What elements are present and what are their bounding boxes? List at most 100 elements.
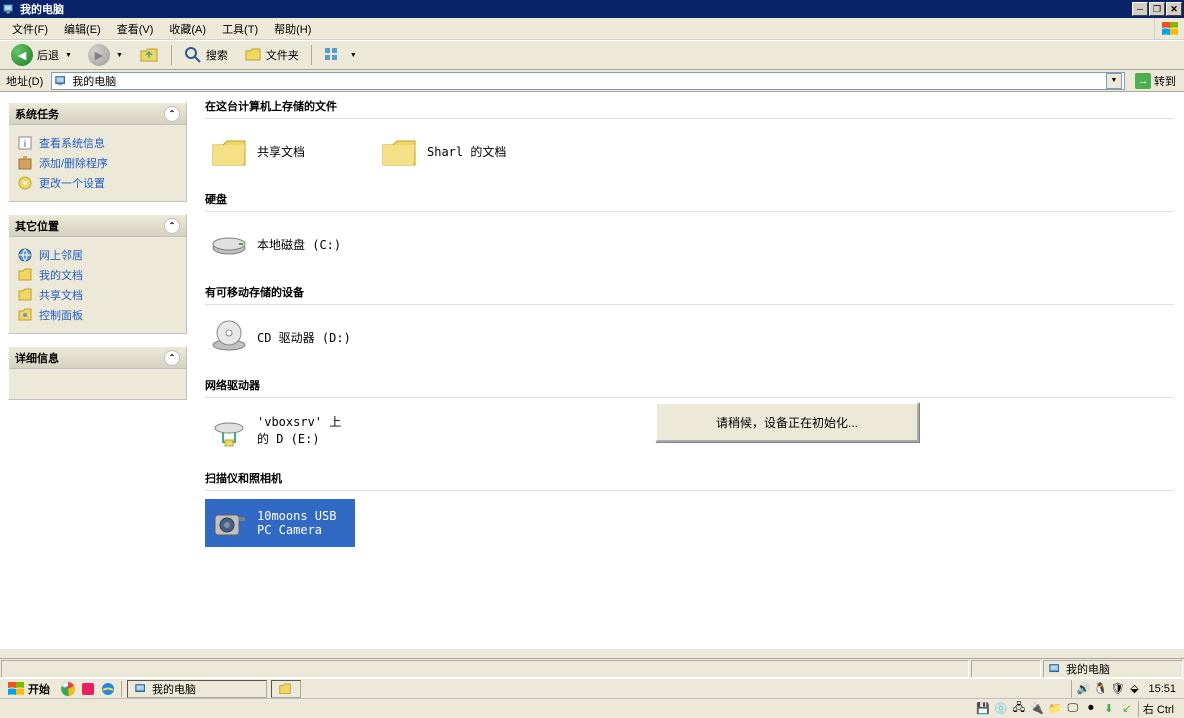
task-my-computer[interactable]: 我的电脑 — [127, 680, 267, 698]
menu-file[interactable]: 文件(F) — [4, 19, 56, 39]
windows-logo-icon — [1154, 18, 1184, 40]
tray-icon[interactable]: 🔊 — [1076, 682, 1090, 696]
section-header-removable: 有可移动存储的设备 — [205, 278, 1174, 305]
collapse-icon[interactable]: ⌃ — [164, 218, 180, 234]
start-button[interactable]: 开始 — [0, 680, 58, 698]
folder-icon — [17, 287, 33, 303]
menu-view[interactable]: 查看(V) — [109, 19, 162, 39]
panel-title: 其它位置 — [15, 218, 59, 234]
panel-system-tasks: 系统任务 ⌃ i 查看系统信息 添加/删除程序 更改一个设置 — [8, 102, 187, 202]
item-label: 10moons USB PC Camera — [257, 509, 351, 537]
chevron-down-icon: ▼ — [116, 52, 123, 59]
panel-header[interactable]: 详细信息 ⌃ — [9, 347, 186, 369]
back-label: 后退 — [37, 47, 59, 63]
vm-usb-icon[interactable]: 🔌 — [1030, 702, 1044, 716]
item-network-drive[interactable]: 'vboxsrv' 上的 D (E:) — [205, 406, 355, 454]
back-button[interactable]: ◄ 后退 ▼ — [4, 43, 79, 67]
dialog-message: 请稍候，设备正在初始化... — [716, 414, 858, 431]
up-button[interactable] — [132, 43, 166, 67]
menu-favorites[interactable]: 收藏(A) — [161, 19, 214, 39]
views-button[interactable]: ▼ — [317, 43, 364, 67]
panel-title: 详细信息 — [15, 350, 59, 366]
address-label: 地址(D) — [2, 73, 47, 89]
tray-icon[interactable]: ⬙ — [1127, 682, 1141, 696]
clock[interactable]: 15:51 — [1144, 683, 1180, 695]
panel-header[interactable]: 系统任务 ⌃ — [9, 103, 186, 125]
section-header-scanners: 扫描仪和照相机 — [205, 464, 1174, 491]
menu-tools[interactable]: 工具(T) — [214, 19, 266, 39]
task-folder[interactable] — [271, 680, 301, 698]
chevron-down-icon: ▼ — [65, 52, 72, 59]
netdrive-icon — [209, 410, 249, 450]
cpanel-icon — [17, 307, 33, 323]
item-cd-drive[interactable]: CD 驱动器 (D:) — [205, 313, 355, 361]
search-button[interactable]: 搜索 — [177, 43, 235, 67]
vm-display-icon[interactable]: 🖵 — [1066, 702, 1080, 716]
search-label: 搜索 — [206, 47, 228, 63]
folders-button[interactable]: 文件夹 — [237, 43, 306, 67]
item-label: Sharl 的文档 — [427, 143, 506, 160]
vm-mouse-icon[interactable]: ⬇ — [1102, 702, 1116, 716]
go-button[interactable]: → 转到 — [1129, 72, 1182, 90]
panel-header[interactable]: 其它位置 ⌃ — [9, 215, 186, 237]
link-system-info[interactable]: i 查看系统信息 — [17, 133, 178, 153]
item-shared-docs[interactable]: 共享文档 — [205, 127, 355, 175]
go-icon: → — [1135, 73, 1151, 89]
link-network-places[interactable]: 网上邻居 — [17, 245, 178, 265]
content-area: 在这台计算机上存储的文件 共享文档 Sharl 的文档 硬盘 — [195, 92, 1184, 649]
address-input[interactable]: 我的电脑 ▼ — [51, 72, 1125, 90]
collapse-icon[interactable]: ⌃ — [164, 106, 180, 122]
link-label: 查看系统信息 — [39, 135, 105, 151]
hdd-icon — [209, 224, 249, 264]
windows-logo-icon — [8, 682, 24, 696]
menu-help[interactable]: 帮助(H) — [266, 19, 319, 39]
maximize-button[interactable]: ❐ — [1149, 2, 1165, 16]
computer-icon — [134, 682, 148, 696]
window-title: 我的电脑 — [20, 1, 64, 17]
close-button[interactable]: ✕ — [1166, 2, 1182, 16]
vm-recording-icon[interactable]: ⏺ — [1084, 702, 1098, 716]
menu-edit[interactable]: 编辑(E) — [56, 19, 109, 39]
status-bar: 我的电脑 — [0, 658, 1184, 678]
vm-network-icon[interactable]: 🖧 — [1012, 702, 1026, 716]
item-label: 本地磁盘 (C:) — [257, 236, 341, 253]
status-pane-main — [1, 660, 969, 678]
back-icon: ◄ — [11, 44, 33, 66]
forward-button[interactable]: ► ▼ — [81, 43, 130, 67]
item-local-disk-c[interactable]: 本地磁盘 (C:) — [205, 220, 355, 268]
link-add-remove[interactable]: 添加/删除程序 — [17, 153, 178, 173]
views-icon — [324, 47, 344, 63]
toolbar: ◄ 后退 ▼ ► ▼ 搜索 文件夹 ▼ — [0, 40, 1184, 70]
link-label: 更改一个设置 — [39, 175, 105, 191]
link-control-panel[interactable]: 控制面板 — [17, 305, 178, 325]
status-pane-right: 我的电脑 — [1043, 660, 1183, 678]
collapse-icon[interactable]: ⌃ — [164, 350, 180, 366]
link-my-documents[interactable]: 我的文档 — [17, 265, 178, 285]
sidebar: 系统任务 ⌃ i 查看系统信息 添加/删除程序 更改一个设置 — [0, 92, 195, 649]
link-change-setting[interactable]: 更改一个设置 — [17, 173, 178, 193]
ql-ie[interactable] — [100, 681, 116, 697]
link-shared-documents[interactable]: 共享文档 — [17, 285, 178, 305]
panel-other-places: 其它位置 ⌃ 网上邻居 我的文档 共享文档 控制面板 — [8, 214, 187, 334]
ql-chrome[interactable] — [60, 681, 76, 697]
panel-title: 系统任务 — [15, 106, 59, 122]
tray-penguin-icon[interactable]: 🐧 — [1093, 682, 1107, 696]
vm-status-bar: 💾 💿 🖧 🔌 📁 🖵 ⏺ ⬇ ↙ 右 Ctrl — [0, 698, 1184, 718]
status-label: 我的电脑 — [1066, 661, 1110, 677]
section-header-hdd: 硬盘 — [205, 185, 1174, 212]
vm-hdd-icon[interactable]: 💾 — [976, 702, 990, 716]
vm-host-key: 右 Ctrl — [1138, 701, 1178, 717]
vm-keyboard-icon[interactable]: ↙ — [1120, 702, 1134, 716]
item-label: 'vboxsrv' 上的 D (E:) — [257, 413, 351, 447]
vm-shared-icon[interactable]: 📁 — [1048, 702, 1062, 716]
folder-icon — [278, 682, 292, 696]
tray-shield-icon[interactable]: 🛡 — [1110, 682, 1124, 696]
address-dropdown[interactable]: ▼ — [1106, 73, 1122, 89]
link-label: 我的文档 — [39, 267, 83, 283]
start-label: 开始 — [28, 681, 50, 697]
vm-cd-icon[interactable]: 💿 — [994, 702, 1008, 716]
item-camera[interactable]: 10moons USB PC Camera — [205, 499, 355, 547]
ql-media[interactable] — [80, 681, 96, 697]
minimize-button[interactable]: ─ — [1132, 2, 1148, 16]
item-user-docs[interactable]: Sharl 的文档 — [375, 127, 525, 175]
